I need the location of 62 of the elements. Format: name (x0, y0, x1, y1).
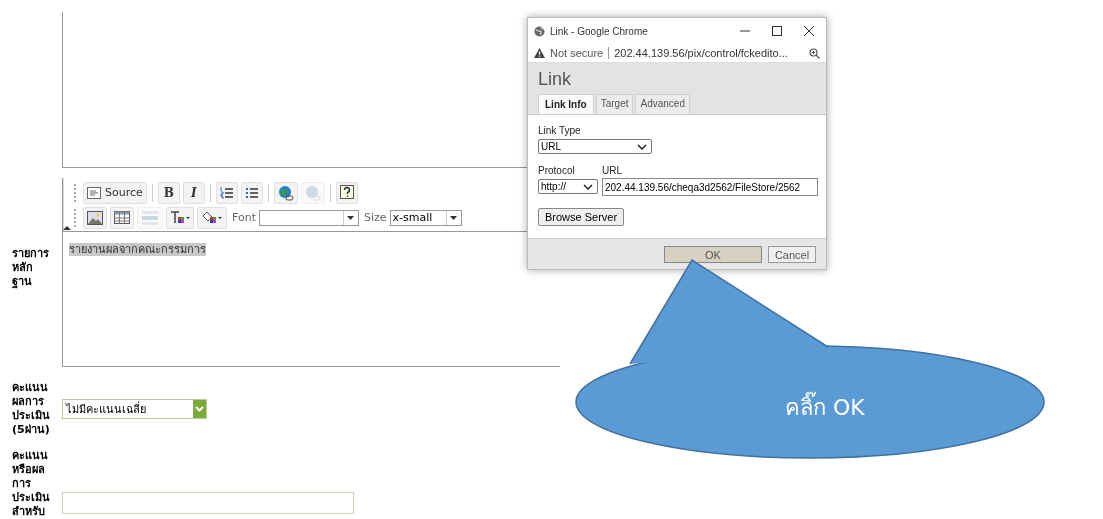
field-label: Protocol (538, 165, 576, 176)
bullet-list-icon (244, 185, 259, 200)
field-label: รายการ หลัก ฐาน (11, 246, 50, 289)
chevron-down-icon (195, 406, 204, 412)
cancel-button[interactable]: Cancel (768, 246, 816, 263)
numbered-list-button[interactable] (215, 181, 238, 204)
maximize-icon[interactable] (772, 26, 782, 36)
field-label: คะแนน หรือผล การ ประเมิน สำหรับ (11, 449, 51, 519)
text-color-button[interactable] (166, 206, 194, 229)
font-dropdown[interactable] (258, 209, 359, 226)
zoom-icon[interactable] (809, 47, 820, 59)
field-label: Link Type (538, 125, 582, 136)
callout-text: คลิ๊ก OK (785, 390, 865, 425)
browse-server-button[interactable]: Browse Server (538, 208, 625, 226)
field-label: URL (602, 165, 623, 176)
image-button[interactable] (83, 206, 107, 229)
toolbar-grip[interactable] (74, 183, 78, 202)
warning-icon (534, 48, 545, 58)
collapse-toolbar-icon[interactable] (63, 226, 71, 230)
globe-unlink-icon (304, 184, 321, 201)
source-button[interactable]: Source (83, 181, 147, 204)
chevron-down-icon (637, 143, 647, 150)
link-button[interactable] (273, 181, 298, 204)
editor-text: รายงานผลจากคณะกรรมการ (69, 243, 206, 256)
address-text: 202.44.139.56/pix/control/fckedito... (614, 47, 789, 59)
toolbar-grip[interactable] (74, 208, 78, 227)
link-type-dropdown[interactable]: URL (538, 139, 652, 154)
window-title: Link - Google Chrome (550, 25, 649, 37)
globe-icon (534, 25, 545, 37)
background-color-button[interactable] (197, 206, 227, 229)
dialog-title: Link (538, 69, 573, 90)
chevron-down-icon (583, 183, 593, 190)
image-icon (87, 210, 103, 225)
paint-bucket-icon (201, 210, 223, 225)
globe-link-icon (277, 184, 294, 201)
tab[interactable]: Target (595, 94, 634, 114)
ok-button[interactable]: OK (664, 246, 762, 263)
security-label: Not secure (550, 47, 604, 59)
size-label: Size (363, 211, 387, 224)
protocol-dropdown[interactable]: http:// (538, 179, 598, 194)
bullet-list-button[interactable] (240, 181, 263, 204)
text-color-icon (170, 210, 190, 225)
dropdown-arrow-icon (347, 215, 355, 220)
tab[interactable]: Advanced (635, 94, 690, 114)
field-label: คะแนน ผลการ ประเมิน (5ผ่าน) (11, 381, 51, 437)
help-button[interactable] (335, 181, 358, 204)
url-input[interactable]: 202.44.139.56/cheqa3d2562/FileStore/2562 (602, 178, 818, 196)
bold-button[interactable]: B (157, 181, 180, 204)
score-input[interactable] (62, 492, 354, 514)
help-icon (339, 184, 354, 201)
dropdown-arrow-icon (450, 215, 458, 220)
italic-button[interactable]: I (182, 181, 205, 204)
score-dropdown[interactable]: ไม่มีคะแนนเฉลี่ย (62, 399, 207, 419)
tab[interactable]: Link Info (538, 94, 594, 114)
numbered-list-icon (219, 185, 234, 200)
close-icon[interactable] (804, 26, 814, 36)
size-dropdown[interactable]: x-small (389, 209, 462, 226)
font-label: Font (232, 211, 256, 224)
document-icon (87, 186, 101, 199)
horizontal-rule-icon (141, 209, 159, 226)
table-icon (114, 211, 130, 224)
table-button[interactable] (110, 206, 134, 229)
